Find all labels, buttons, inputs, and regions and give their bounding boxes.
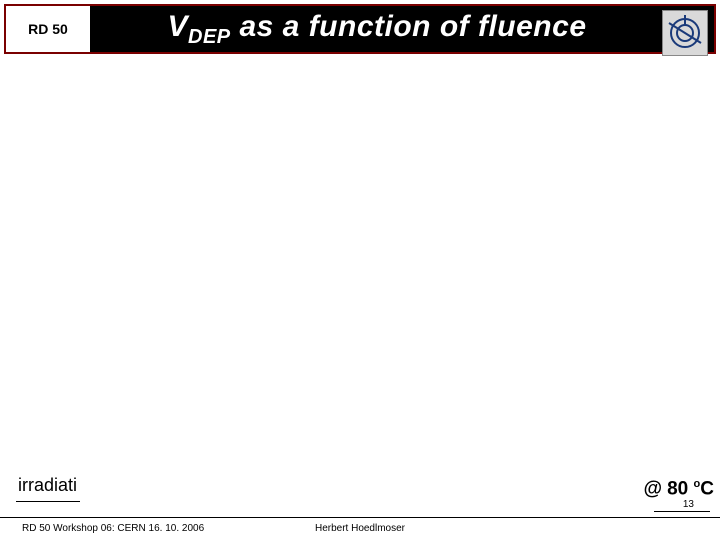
temperature-note: @ 80 oC	[643, 478, 714, 500]
temp-value: 80	[662, 478, 694, 499]
title-rest: as a function of fluence	[231, 10, 587, 43]
irradiati-underline	[16, 501, 80, 502]
footer-center: Herbert Hoedlmoser	[0, 523, 720, 534]
rd50-badge: RD 50	[6, 6, 90, 52]
title-subscript: DEP	[188, 26, 231, 48]
title-v: V	[167, 10, 188, 43]
cern-logo-icon	[662, 10, 708, 56]
footer-divider	[0, 517, 720, 518]
title-bar: RD 50 VDEP as a function of fluence	[4, 4, 716, 54]
temp-underline	[654, 511, 710, 512]
irradiati-label: irradiati	[18, 475, 77, 496]
slide: RD 50 VDEP as a function of fluence irra…	[0, 0, 720, 540]
page-number: 13	[683, 499, 694, 510]
at-symbol: @	[643, 478, 662, 499]
temp-unit: C	[700, 478, 714, 499]
slide-title: VDEP as a function of fluence	[90, 10, 714, 49]
rd50-text: RD 50	[28, 21, 68, 37]
